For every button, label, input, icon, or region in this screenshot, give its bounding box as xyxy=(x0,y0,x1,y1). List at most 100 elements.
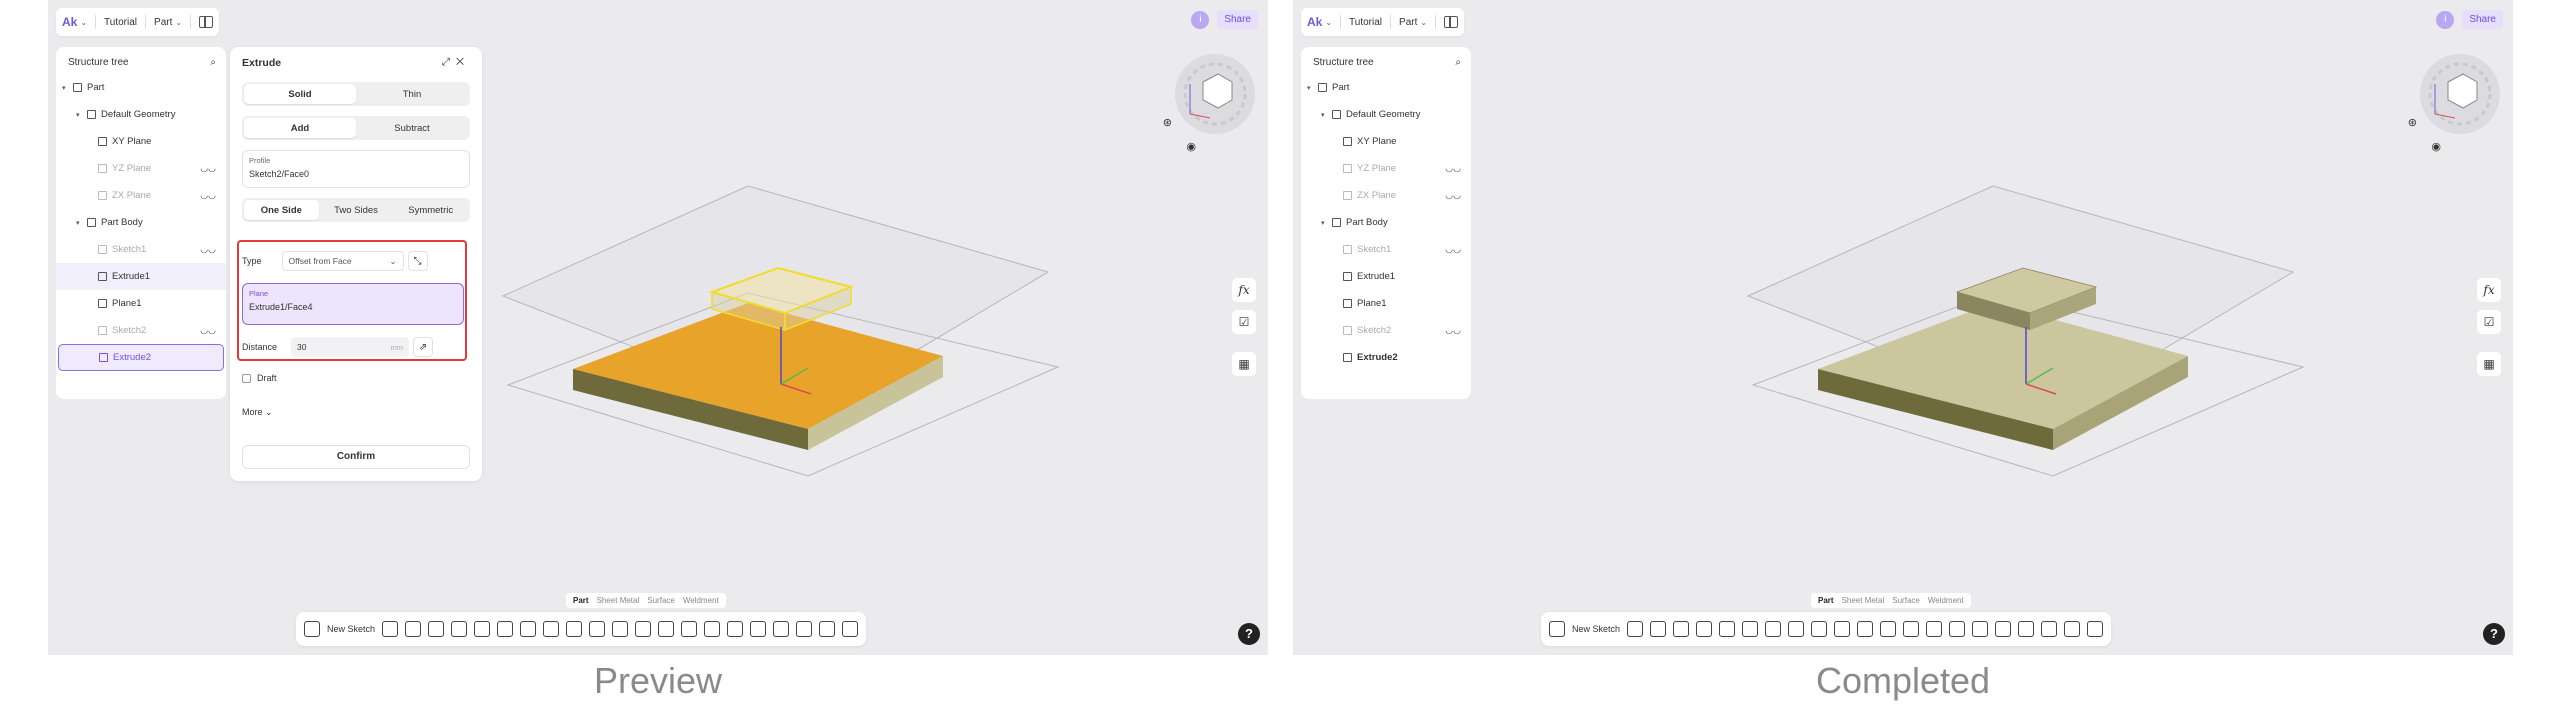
tree-item-extrude2[interactable]: Extrude2 xyxy=(1301,344,1471,371)
pin-icon[interactable]: ⤢ xyxy=(442,56,456,68)
thicken-icon[interactable] xyxy=(612,621,629,637)
share-button[interactable]: Share xyxy=(1217,10,1258,29)
eye-closed-icon[interactable]: ◡◡ xyxy=(1445,325,1461,336)
scale-icon[interactable] xyxy=(750,621,767,637)
tab-surface[interactable]: Surface xyxy=(644,595,678,606)
sketch-icon[interactable] xyxy=(1549,621,1565,637)
search-icon[interactable]: ⌕ xyxy=(1455,57,1461,68)
reverse-distance-button[interactable]: ⇗ xyxy=(413,337,434,357)
chamfer-icon[interactable] xyxy=(1788,621,1805,637)
calculator-icon[interactable]: ▦ xyxy=(2477,352,2501,376)
sweep-icon[interactable] xyxy=(1673,621,1690,637)
calculator-icon[interactable]: ▦ xyxy=(1232,352,1256,376)
confirm-button[interactable]: Confirm xyxy=(242,445,470,469)
tree-item-sketch1[interactable]: Sketch1 ◡◡ xyxy=(1301,236,1471,263)
display-mode-icon[interactable]: ◉ xyxy=(2431,140,2441,153)
revolve-icon[interactable] xyxy=(1650,621,1667,637)
formula-button[interactable]: fx xyxy=(1232,278,1256,302)
view-cube-gizmo[interactable] xyxy=(1160,44,1260,144)
split-icon[interactable] xyxy=(704,621,721,637)
one-side-option[interactable]: One Side xyxy=(244,200,319,220)
view-cube-gizmo[interactable] xyxy=(2405,44,2505,144)
rib-icon[interactable] xyxy=(474,621,491,637)
new-sketch-button[interactable]: New Sketch xyxy=(327,624,375,634)
tree-item-sketch1[interactable]: Sketch1 ◡◡ xyxy=(56,236,226,263)
type-select[interactable]: Offset from Face ⌄ xyxy=(281,251,404,271)
chevron-down-icon[interactable]: ⌄ xyxy=(175,18,182,27)
tree-item-yz-plane[interactable]: YZ Plane ◡◡ xyxy=(1301,155,1471,182)
eye-closed-icon[interactable]: ◡◡ xyxy=(200,190,216,201)
loft-icon[interactable] xyxy=(1696,621,1713,637)
eye-closed-icon[interactable]: ◡◡ xyxy=(1445,244,1461,255)
mode-select[interactable]: Part xyxy=(154,17,172,28)
chevron-down-icon[interactable]: ⌄ xyxy=(1420,18,1427,27)
info-icon[interactable]: i xyxy=(1191,10,1210,29)
solid-option[interactable]: Solid xyxy=(244,84,356,104)
tab-sheet-metal[interactable]: Sheet Metal xyxy=(1839,595,1888,606)
tree-item-zx-plane[interactable]: ZX Plane ◡◡ xyxy=(56,182,226,209)
chevron-down-icon[interactable]: ⌄ xyxy=(1325,18,1332,27)
project-name[interactable]: Tutorial xyxy=(1349,17,1382,28)
move-icon[interactable] xyxy=(727,621,744,637)
tree-item-default-geometry[interactable]: ▾ Default Geometry xyxy=(1301,101,1471,128)
two-sides-option[interactable]: Two Sides xyxy=(319,200,394,220)
new-sketch-button[interactable]: New Sketch xyxy=(1572,624,1620,634)
tree-item-plane1[interactable]: Plane1 xyxy=(1301,290,1471,317)
sketch-icon[interactable] xyxy=(304,621,320,637)
hole-icon[interactable] xyxy=(497,621,514,637)
scale-icon[interactable] xyxy=(1995,621,2012,637)
plane-field[interactable]: Plane Extrude1/Face4 xyxy=(242,283,464,325)
thicken-icon[interactable] xyxy=(1857,621,1874,637)
extrude-icon[interactable] xyxy=(1627,621,1644,637)
section-icon[interactable] xyxy=(842,621,859,637)
app-logo-icon[interactable]: Ak xyxy=(1307,15,1322,29)
eye-closed-icon[interactable]: ◡◡ xyxy=(1445,163,1461,174)
tree-item-plane1[interactable]: Plane1 xyxy=(56,290,226,317)
formula-button[interactable]: fx xyxy=(2477,278,2501,302)
mode-select[interactable]: Part xyxy=(1399,17,1417,28)
pattern-icon[interactable] xyxy=(1880,621,1897,637)
revolve-icon[interactable] xyxy=(405,621,422,637)
tree-item-sketch2[interactable]: Sketch2 ◡◡ xyxy=(1301,317,1471,344)
more-toggle[interactable]: More ⌄ xyxy=(242,407,273,418)
boolean-icon[interactable] xyxy=(1926,621,1943,637)
tree-item-part-body[interactable]: ▾ Part Body xyxy=(1301,209,1471,236)
mirror-icon[interactable] xyxy=(1903,621,1920,637)
mirror-icon[interactable] xyxy=(658,621,675,637)
draft-row[interactable]: Draft xyxy=(242,373,277,383)
tree-item-zx-plane[interactable]: ZX Plane ◡◡ xyxy=(1301,182,1471,209)
hole-icon[interactable] xyxy=(1742,621,1759,637)
fillet-icon[interactable] xyxy=(1765,621,1782,637)
symmetric-option[interactable]: Symmetric xyxy=(393,200,468,220)
search-icon[interactable]: ⌕ xyxy=(210,57,216,68)
panel-layout-icon[interactable] xyxy=(1444,16,1459,28)
profile-field[interactable]: Profile Sketch2/Face0 xyxy=(242,150,470,188)
fit-view-icon[interactable]: ⊛ xyxy=(2408,116,2417,129)
draft-icon[interactable] xyxy=(589,621,606,637)
measure-icon[interactable] xyxy=(2064,621,2081,637)
section-icon[interactable] xyxy=(2087,621,2104,637)
tree-item-part[interactable]: ▾ Part xyxy=(1301,74,1471,101)
display-mode-icon[interactable]: ◉ xyxy=(1186,140,1196,153)
tree-item-extrude1[interactable]: Extrude1 xyxy=(1301,263,1471,290)
tree-item-xy-plane[interactable]: XY Plane xyxy=(1301,128,1471,155)
tab-weldment[interactable]: Weldment xyxy=(1925,595,1967,606)
axis-icon[interactable] xyxy=(796,621,813,637)
plane-icon[interactable] xyxy=(2018,621,2035,637)
checklist-icon[interactable]: ☑ xyxy=(2477,310,2501,334)
flip-direction-button[interactable]: ⤡ xyxy=(407,251,428,271)
tab-sheet-metal[interactable]: Sheet Metal xyxy=(594,595,643,606)
shell-icon[interactable] xyxy=(1811,621,1828,637)
fit-view-icon[interactable]: ⊛ xyxy=(1163,116,1172,129)
plane-icon[interactable] xyxy=(773,621,790,637)
extrude-icon[interactable] xyxy=(382,621,399,637)
move-icon[interactable] xyxy=(1972,621,1989,637)
pattern-icon[interactable] xyxy=(635,621,652,637)
tree-item-sketch2[interactable]: Sketch2 ◡◡ xyxy=(56,317,226,344)
preview-viewport[interactable]: Ak ⌄ Tutorial Part ⌄ i Share Structure tre… xyxy=(48,0,1268,655)
fillet-icon[interactable] xyxy=(520,621,537,637)
eye-closed-icon[interactable]: ◡◡ xyxy=(200,325,216,336)
draft-checkbox[interactable] xyxy=(242,373,251,383)
axis-icon[interactable] xyxy=(2041,621,2058,637)
chamfer-icon[interactable] xyxy=(543,621,560,637)
